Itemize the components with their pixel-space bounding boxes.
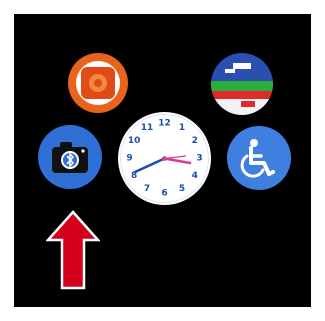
clock-numeral: 3: [196, 154, 202, 164]
flag-app-button[interactable]: [211, 53, 273, 115]
clock-numeral: 12: [158, 119, 171, 129]
clock-numeral: 4: [192, 171, 198, 181]
bluetooth-camera-icon: [38, 125, 102, 189]
device-frame: 12 1 2 3 4 5 6 7 8 9 10 11: [0, 0, 325, 321]
clock-numeral: 1: [179, 123, 185, 133]
clock-numeral: 6: [161, 189, 167, 199]
watch-screen: 12 1 2 3 4 5 6 7 8 9 10 11: [14, 14, 311, 307]
clock-center-pin: [162, 156, 167, 161]
clock-app-button[interactable]: 12 1 2 3 4 5 6 7 8 9 10 11: [118, 112, 211, 205]
wheelchair-icon: [227, 126, 291, 190]
clock-numeral: 7: [144, 184, 150, 194]
analog-clock-icon: 12 1234567891011: [118, 112, 211, 205]
clock-numeral: 9: [126, 154, 132, 164]
accessibility-app-button[interactable]: [227, 126, 291, 190]
arrow-up-icon: [46, 210, 100, 290]
clock-numeral: 5: [179, 184, 185, 194]
bluetooth-camera-app-button[interactable]: [38, 125, 102, 189]
toolbox-app-button[interactable]: [68, 53, 128, 113]
clock-numeral: 11: [141, 123, 154, 133]
flag-icon: [211, 53, 273, 115]
clock-numeral: 10: [128, 136, 141, 146]
toolbox-icon: [68, 53, 128, 113]
clock-numeral: 2: [192, 136, 198, 146]
